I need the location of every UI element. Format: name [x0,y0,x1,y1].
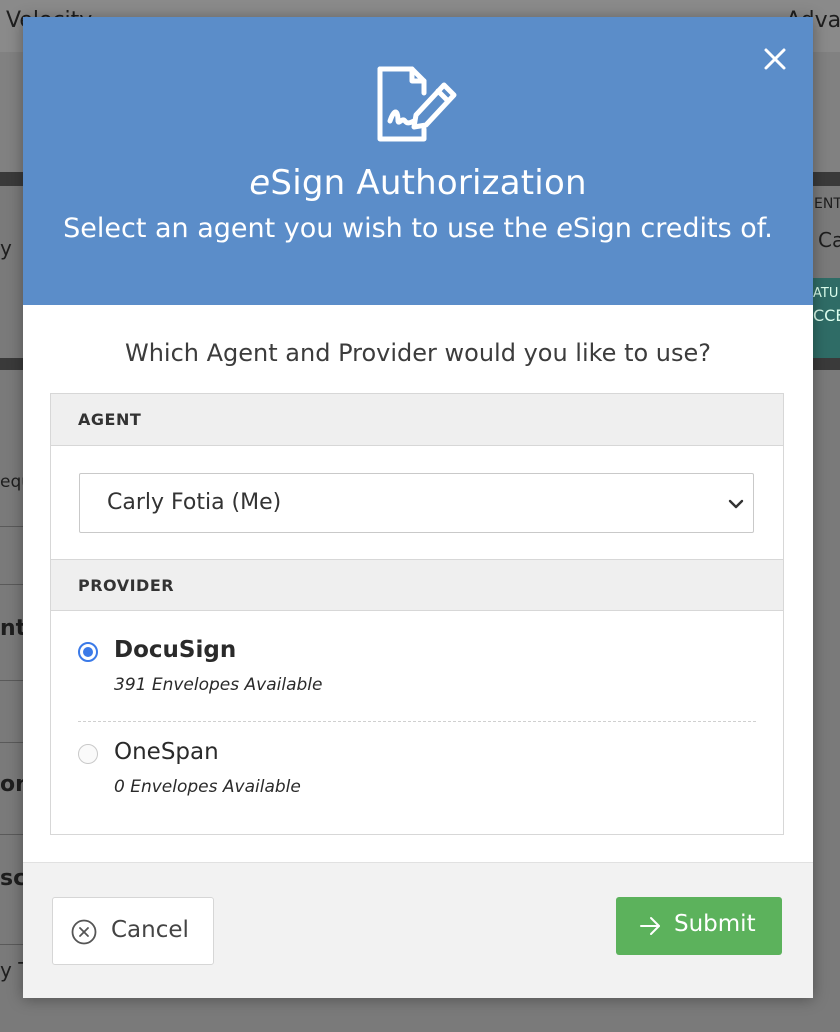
chevron-down-icon [728,499,744,509]
selection-panel: AGENT Carly Fotia (Me) PROVIDER DocuSign… [50,393,784,835]
agent-select-value: Carly Fotia (Me) [107,490,282,515]
bg-divider [0,680,24,681]
cancel-button[interactable]: Cancel [52,897,214,965]
bg-divider [0,834,24,835]
title-text: Sign Authorization [270,163,587,203]
submit-label: Submit [674,911,756,937]
provider-name: DocuSign [114,637,237,663]
bg-text-ent: ENT [814,196,840,212]
provider-availability: 0 Envelopes Available [114,777,301,797]
modal-footer: Cancel Submit [23,862,813,998]
agent-section-header: AGENT [51,394,783,446]
circle-x-icon [71,919,97,945]
bg-text-y: y [0,236,12,260]
modal-subtitle: Select an agent you wish to use the eSig… [23,213,813,244]
bg-divider [0,526,24,527]
subtitle-part-2: Sign credits of. [572,213,773,244]
bg-text-cce: CCE [813,306,840,325]
bg-text-ca: Ca [818,228,840,252]
radio-onespan[interactable] [78,744,98,764]
bg-divider [0,742,24,743]
subtitle-e: e [556,213,573,244]
provider-name: OneSpan [114,739,219,765]
close-icon[interactable] [761,45,789,73]
modal-header: eSign Authorization Select an agent you … [23,17,813,305]
bg-divider [0,584,24,585]
provider-divider [78,721,756,722]
provider-section-header: PROVIDER [51,559,783,611]
signature-document-icon [377,66,457,142]
bg-divider [0,944,24,945]
arrow-right-icon [640,917,660,935]
subtitle-part-1: Select an agent you wish to use the [63,213,557,244]
title-e-prefix: e [249,163,271,203]
modal-title: eSign Authorization [23,163,813,203]
radio-docusign[interactable] [78,642,98,662]
cancel-label: Cancel [111,917,189,943]
bg-text-atu: ATU [813,286,839,301]
esign-authorization-modal: eSign Authorization Select an agent you … [23,17,813,998]
submit-button[interactable]: Submit [616,897,782,955]
agent-select[interactable]: Carly Fotia (Me) [79,473,754,533]
provider-availability: 391 Envelopes Available [114,675,323,695]
question-text: Which Agent and Provider would you like … [124,339,712,367]
